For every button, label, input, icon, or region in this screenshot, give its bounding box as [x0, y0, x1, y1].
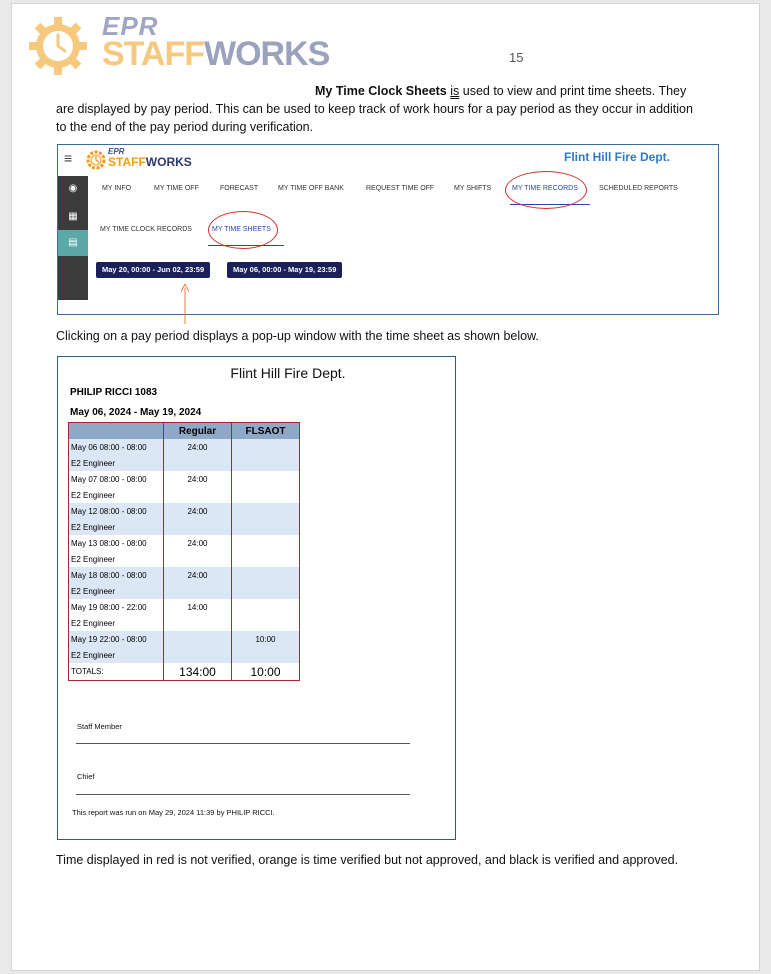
row-role: E2 Engineer	[71, 490, 116, 500]
row-role: E2 Engineer	[68, 455, 164, 471]
signature-line	[76, 794, 410, 795]
signature-line	[76, 743, 410, 744]
table-row: E2 Engineer	[69, 615, 300, 631]
row-flsaot	[231, 535, 300, 551]
row-date: May 13 08:00 - 08:00	[71, 538, 147, 548]
table-header-row: Regular FLSAOT	[68, 422, 300, 439]
gear-clock-icon	[29, 17, 87, 75]
table-row: E2 Engineer	[68, 583, 300, 599]
table-row: May 06 08:00 - 08:00 24:00	[68, 439, 300, 455]
id-card-icon[interactable]: ▤	[58, 230, 88, 256]
footer-note: Time displayed in red is not verified, o…	[56, 853, 679, 867]
tab-my-info[interactable]: MY INFO	[102, 185, 131, 192]
row-regular: 24:00	[163, 439, 232, 455]
staff-member-label: Staff Member	[77, 722, 122, 731]
row-role: E2 Engineer	[68, 519, 164, 535]
row-role: E2 Engineer	[71, 554, 116, 564]
calendar-icon[interactable]: ▦	[58, 204, 88, 230]
caption-text: Clicking on a pay period displays a pop-…	[56, 329, 539, 343]
highlight-circle	[208, 211, 278, 249]
tab-my-time-off-bank[interactable]: MY TIME OFF BANK	[278, 185, 344, 192]
row-role: E2 Engineer	[71, 618, 116, 628]
row-regular: 24:00	[163, 471, 232, 487]
row-regular: 24:00	[163, 535, 232, 551]
row-flsaot	[231, 439, 300, 455]
table-row: E2 Engineer	[69, 551, 300, 567]
department-name: Flint Hill Fire Dept.	[563, 150, 670, 164]
timesheet-popup: Flint Hill Fire Dept. PHILIP RICCI 1083 …	[57, 356, 456, 840]
intro-paragraph: My Time Clock Sheets is used to view and…	[56, 84, 693, 134]
table-row: May 19 22:00 - 08:00 10:00	[68, 631, 300, 647]
tab-forecast[interactable]: FORECAST	[220, 185, 258, 192]
row-regular: 24:00	[163, 567, 232, 583]
subtab-my-time-clock-records[interactable]: MY TIME CLOCK RECORDS	[100, 226, 192, 233]
pay-period-button[interactable]: May 06, 00:00 - May 19, 23:59	[227, 262, 343, 278]
table-row: E2 Engineer	[68, 519, 300, 535]
column-header-flsaot: FLSAOT	[231, 422, 300, 439]
row-role: E2 Engineer	[68, 583, 164, 599]
gear-clock-icon	[86, 150, 106, 170]
totals-row: TOTALS: 134:00 10:00	[69, 663, 300, 681]
row-date: May 19 22:00 - 08:00	[68, 631, 164, 647]
row-role: E2 Engineer	[68, 647, 164, 663]
table-row: E2 Engineer	[68, 455, 300, 471]
employee-name: PHILIP RICCI 1083	[70, 387, 158, 398]
app-logo: EPR STAFFWORKS	[86, 147, 196, 172]
pointer-arrow	[180, 284, 190, 324]
pay-period-button[interactable]: May 20, 00:00 - Jun 02, 23:59	[96, 262, 211, 278]
hamburger-menu-icon[interactable]: ≡	[64, 150, 72, 166]
page-number: 15	[509, 50, 524, 65]
timesheet-table: Regular FLSAOT May 06 08:00 - 08:00 24:00…	[68, 422, 300, 681]
row-flsaot: 10:00	[231, 631, 300, 647]
row-regular	[163, 631, 232, 647]
row-date: May 19 08:00 - 22:00	[71, 602, 147, 612]
table-row: May 18 08:00 - 08:00 24:00	[68, 567, 300, 583]
document-page: EPR STAFFWORKS 15 My Time Clock Sheets i…	[11, 3, 760, 971]
table-row: May 12 08:00 - 08:00 24:00	[68, 503, 300, 519]
sidebar: ◉ ▦ ▤	[58, 176, 88, 300]
tab-scheduled-reports[interactable]: SCHEDULED REPORTS	[599, 185, 678, 192]
report-run-note: This report was run on May 29, 2024 11:3…	[72, 808, 275, 817]
epr-staffworks-logo: EPR STAFFWORKS	[27, 11, 330, 77]
highlight-circle	[505, 171, 587, 209]
row-flsaot	[231, 503, 300, 519]
tab-my-time-off[interactable]: MY TIME OFF	[154, 185, 199, 192]
chief-label: Chief	[77, 772, 95, 781]
row-regular: 14:00	[163, 599, 232, 615]
app-screenshot: ≡ EPR STAFFWORKS Flint Hill Fire Dept. ◉…	[57, 144, 719, 315]
timesheet-period: May 06, 2024 - May 19, 2024	[70, 407, 202, 418]
dashboard-icon[interactable]: ◉	[58, 176, 88, 202]
timesheet-title: Flint Hill Fire Dept.	[230, 365, 346, 381]
tab-my-shifts[interactable]: MY SHIFTS	[454, 185, 491, 192]
row-date: May 12 08:00 - 08:00	[68, 503, 164, 519]
table-row: E2 Engineer	[68, 647, 300, 663]
row-date: May 07 08:00 - 08:00	[71, 474, 147, 484]
table-row: May 13 08:00 - 08:00 24:00	[69, 535, 300, 551]
intro-bold-term: My Time Clock Sheets	[315, 84, 447, 98]
logo-brand-text: STAFFWORKS	[102, 35, 330, 73]
table-row: May 19 08:00 - 22:00 14:00	[69, 599, 300, 615]
table-row: May 07 08:00 - 08:00 24:00	[69, 471, 300, 487]
table-row: E2 Engineer	[69, 487, 300, 503]
row-date: May 18 08:00 - 08:00	[68, 567, 164, 583]
row-date: May 06 08:00 - 08:00	[68, 439, 164, 455]
tab-request-time-off[interactable]: REQUEST TIME OFF	[366, 185, 434, 192]
row-flsaot	[231, 599, 300, 615]
row-flsaot	[231, 471, 300, 487]
column-header-regular: Regular	[163, 422, 232, 439]
row-flsaot	[231, 567, 300, 583]
row-regular: 24:00	[163, 503, 232, 519]
